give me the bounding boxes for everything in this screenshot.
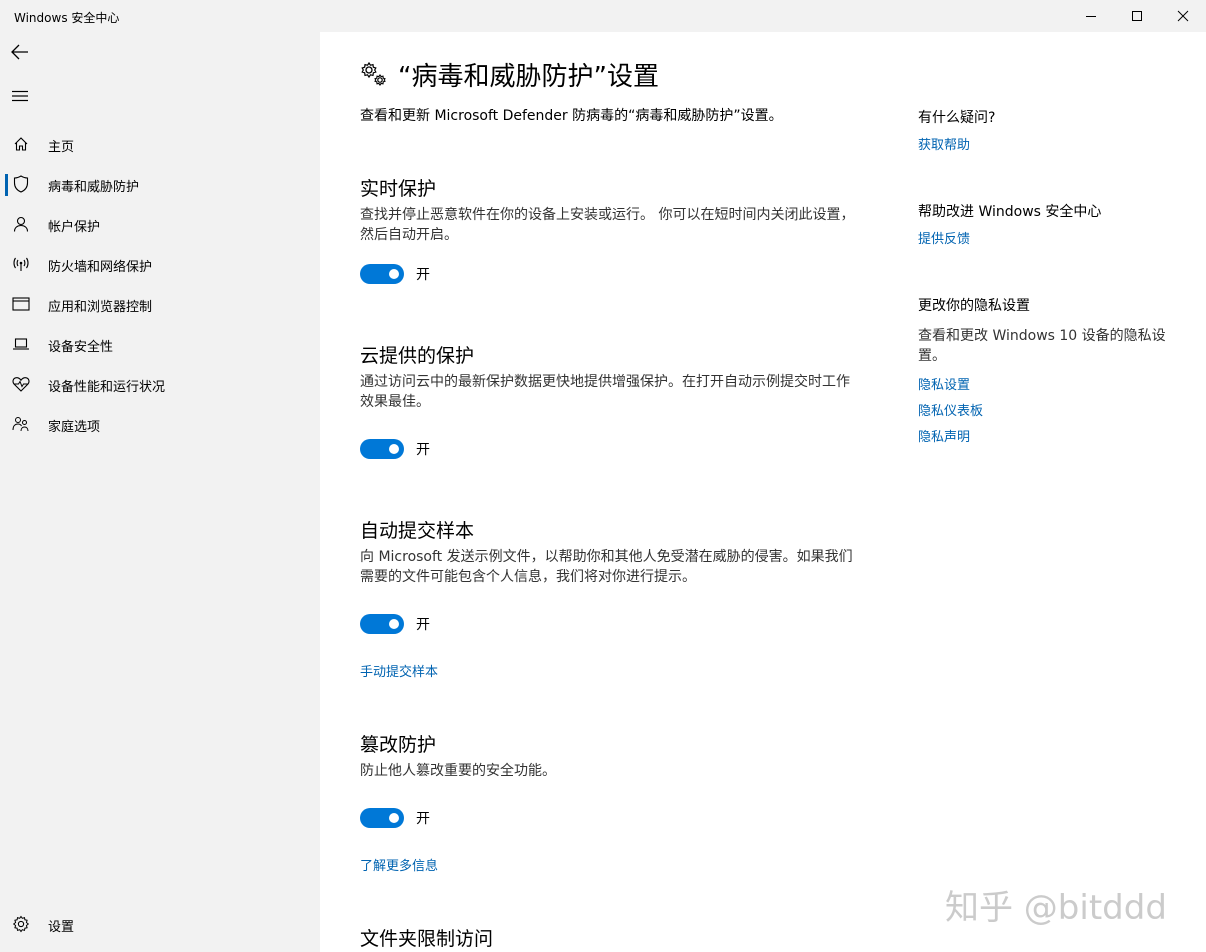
section-realtime-protection: 实时保护 查找并停止恶意软件在你的设备上安装或运行。 你可以在短时间内关闭此设置… — [360, 174, 860, 245]
gear-icon — [12, 915, 30, 933]
sample-submission-toggle-row: 开 — [360, 614, 430, 634]
section-description: 查找并停止恶意软件在你的设备上安装或运行。 你可以在短时间内关闭此设置，然后自动… — [360, 207, 855, 243]
page-description: 查看和更新 Microsoft Defender 防病毒的“病毒和威胁防护”设置… — [360, 108, 783, 124]
realtime-protection-toggle[interactable] — [360, 264, 404, 284]
person-icon — [12, 215, 30, 233]
section-cloud-protection: 云提供的保护 通过访问云中的最新保护数据更快地提供增强保护。在打开自动示例提交时… — [360, 341, 860, 412]
privacy-settings-link[interactable]: 隐私设置 — [918, 374, 970, 393]
back-button[interactable] — [8, 40, 32, 64]
heart-icon — [12, 375, 30, 393]
privacy-heading: 更改你的隐私设置 — [918, 298, 1030, 314]
section-description: 向 Microsoft 发送示例文件，以帮助你和其他人免受潜在威胁的侵害。如果我… — [360, 549, 853, 585]
page-title: “病毒和威胁防护”设置 — [360, 56, 659, 93]
sidebar-item-label: 家庭选项 — [48, 420, 101, 435]
laptop-icon — [12, 335, 30, 353]
section-heading: 实时保护 — [360, 178, 437, 200]
toggle-knob — [389, 444, 399, 454]
sidebar-item-virus-protection[interactable]: 病毒和威胁防护 — [0, 164, 320, 204]
minimize-icon — [1086, 16, 1096, 17]
sidebar-item-account-protection[interactable]: 帐户保护 — [0, 204, 320, 244]
privacy-statement-link[interactable]: 隐私声明 — [918, 426, 970, 445]
toggle-knob — [389, 269, 399, 279]
sidebar-item-device-health[interactable]: 设备性能和运行状况 — [0, 364, 320, 404]
sidebar-item-label: 病毒和威胁防护 — [48, 180, 140, 195]
tamper-protection-toggle[interactable] — [360, 808, 404, 828]
sidebar-item-label: 主页 — [48, 140, 75, 155]
section-folder-access: 文件夹限制访问 — [360, 924, 860, 951]
learn-more-link[interactable]: 了解更多信息 — [360, 855, 438, 874]
sidebar-item-label: 帐户保护 — [48, 220, 101, 235]
toggle-knob — [389, 813, 399, 823]
active-indicator — [5, 174, 8, 196]
toggle-knob — [389, 619, 399, 629]
realtime-protection-toggle-row: 开 — [360, 264, 430, 284]
sidebar-item-app-browser-control[interactable]: 应用和浏览器控制 — [0, 284, 320, 324]
toggle-state-label: 开 — [416, 811, 430, 827]
maximize-button[interactable] — [1114, 0, 1160, 32]
cloud-protection-toggle-row: 开 — [360, 439, 430, 459]
sidebar-item-label: 设备安全性 — [48, 340, 114, 355]
section-sample-submission: 自动提交样本 向 Microsoft 发送示例文件，以帮助你和其他人免受潜在威胁… — [360, 516, 860, 587]
sidebar-item-firewall[interactable]: 防火墙和网络保护 — [0, 244, 320, 284]
sidebar-item-settings[interactable]: 设置 — [0, 904, 320, 944]
section-heading: 自动提交样本 — [360, 520, 475, 542]
section-heading: 文件夹限制访问 — [360, 928, 494, 950]
close-button[interactable] — [1160, 0, 1206, 32]
window-icon — [12, 295, 30, 313]
page-title-text: “病毒和威胁防护”设置 — [398, 62, 659, 92]
watermark: 知乎 @bitddd — [945, 888, 1167, 928]
question-heading: 有什么疑问? — [918, 110, 996, 126]
window-title: Windows 安全中心 — [14, 11, 120, 25]
privacy-description: 查看和更改 Windows 10 设备的隐私设置。 — [918, 328, 1166, 364]
minimize-button[interactable] — [1068, 0, 1114, 32]
sidebar-item-label: 设置 — [48, 920, 75, 935]
back-arrow-icon — [11, 44, 28, 60]
give-feedback-link[interactable]: 提供反馈 — [918, 228, 970, 247]
antenna-icon — [12, 255, 30, 273]
sidebar-item-label: 防火墙和网络保护 — [48, 260, 153, 275]
family-icon — [12, 415, 30, 433]
section-description: 防止他人篡改重要的安全功能。 — [360, 763, 556, 779]
sample-submission-toggle[interactable] — [360, 614, 404, 634]
gears-icon — [361, 61, 386, 86]
get-help-link[interactable]: 获取帮助 — [918, 134, 970, 153]
home-icon — [12, 135, 30, 153]
sidebar-item-label: 应用和浏览器控制 — [48, 300, 153, 315]
hamburger-icon — [12, 90, 28, 102]
sidebar-item-home[interactable]: 主页 — [0, 124, 320, 164]
cloud-protection-toggle[interactable] — [360, 439, 404, 459]
improve-heading: 帮助改进 Windows 安全中心 — [918, 204, 1102, 220]
tamper-protection-toggle-row: 开 — [360, 808, 430, 828]
main-content: “病毒和威胁防护”设置 查看和更新 Microsoft Defender 防病毒… — [320, 32, 1206, 952]
sidebar-item-device-security[interactable]: 设备安全性 — [0, 324, 320, 364]
title-bar: Windows 安全中心 — [0, 0, 1206, 32]
sidebar-item-family-options[interactable]: 家庭选项 — [0, 404, 320, 444]
submit-sample-manually-link[interactable]: 手动提交样本 — [360, 661, 438, 680]
privacy-dashboard-link[interactable]: 隐私仪表板 — [918, 400, 983, 419]
toggle-state-label: 开 — [416, 617, 430, 633]
toggle-state-label: 开 — [416, 442, 430, 458]
maximize-icon — [1132, 11, 1142, 21]
section-heading: 云提供的保护 — [360, 345, 475, 367]
section-heading: 篡改防护 — [360, 734, 437, 756]
sidebar-item-label: 设备性能和运行状况 — [48, 380, 166, 395]
close-icon — [1177, 10, 1189, 22]
sidebar: 主页 病毒和威胁防护 帐户保护 防火墙和网络保护 应用和浏览器控制 设备安全性 — [0, 32, 320, 952]
hamburger-menu-button[interactable] — [8, 84, 32, 108]
section-description: 通过访问云中的最新保护数据更快地提供增强保护。在打开自动示例提交时工作效果最佳。 — [360, 374, 850, 410]
section-tamper-protection: 篡改防护 防止他人篡改重要的安全功能。 — [360, 730, 860, 781]
toggle-state-label: 开 — [416, 267, 430, 283]
shield-icon — [12, 175, 30, 193]
